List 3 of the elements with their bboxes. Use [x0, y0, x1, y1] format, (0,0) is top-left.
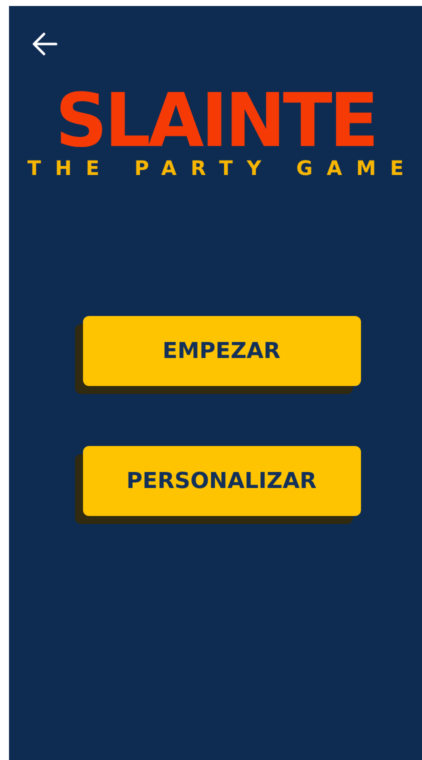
back-arrow-icon — [32, 32, 58, 56]
menu-button[interactable]: EMPEZAR — [82, 316, 360, 386]
menu-button[interactable]: PERSONALIZAR — [82, 446, 360, 516]
